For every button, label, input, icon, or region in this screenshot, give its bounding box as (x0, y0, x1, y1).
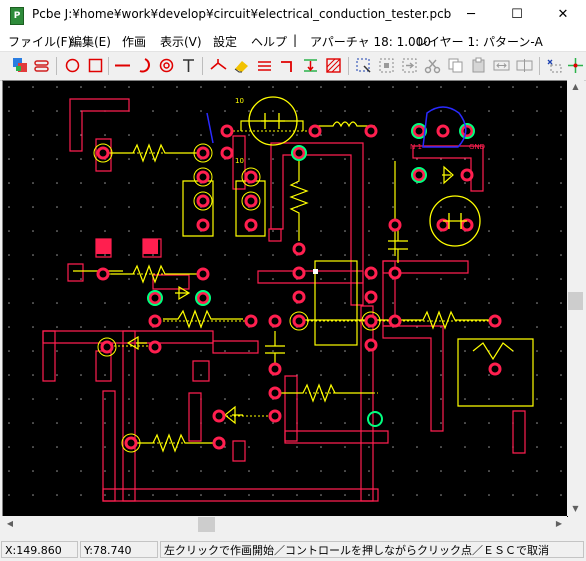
status-x-coordinate: X:149.860 (1, 541, 78, 558)
vertical-scroll-thumb[interactable] (568, 292, 583, 310)
bend-icon[interactable] (279, 57, 296, 74)
flip-icon[interactable] (516, 57, 533, 74)
menu-bar: ファイル(F) 編集(E) 作画 表示(V) 設定 ヘルプ | アパーチャ 18… (0, 30, 586, 52)
toolbar-separator (108, 57, 109, 75)
rotate-select-icon[interactable] (378, 57, 395, 74)
minimize-button[interactable]: ─ (448, 0, 494, 30)
toolbar-separator (202, 57, 203, 75)
scroll-left-icon[interactable]: ◀ (4, 519, 16, 528)
pcb-canvas[interactable]: N 1 GND 10 10 (2, 80, 568, 517)
menu-edit[interactable]: 編集(E) (70, 33, 111, 50)
aperture-indicator[interactable]: アパーチャ 18: 1.000 (310, 33, 431, 50)
hatch-icon[interactable] (325, 57, 342, 74)
target-icon[interactable] (158, 57, 175, 74)
toolbar-separator (348, 57, 349, 75)
copy-icon[interactable] (447, 57, 464, 74)
toolbar-separator (539, 57, 540, 75)
label-gnd: GND (469, 143, 485, 151)
layer-toggle-icon[interactable] (33, 57, 50, 74)
status-y-coordinate: Y:78.740 (80, 541, 158, 558)
scroll-right-icon[interactable]: ▶ (553, 519, 565, 528)
crosshair-icon[interactable] (567, 57, 584, 74)
menu-separator: | (293, 33, 298, 47)
app-icon: P (10, 7, 24, 25)
menu-help[interactable]: ヘルプ (251, 33, 287, 50)
status-bar: X:149.860 Y:78.740 左クリックで作画開始／コントロールを押しな… (0, 539, 586, 561)
pcb-board-drawing: N 1 GND 10 10 (3, 81, 568, 517)
menu-view[interactable]: 表示(V) (160, 33, 202, 50)
label-n1: N 1 (410, 143, 422, 151)
horizontal-scroll-thumb[interactable] (198, 517, 215, 532)
move-select-icon[interactable] (401, 57, 418, 74)
layer-indicator[interactable]: レイヤー 1: パターン-A (416, 33, 543, 50)
menu-draw[interactable]: 作画 (122, 33, 146, 50)
menu-settings[interactable]: 設定 (213, 33, 237, 50)
label-top1: 10 (235, 97, 244, 105)
maximize-button[interactable]: ☐ (494, 0, 540, 30)
mirror-icon[interactable] (493, 57, 510, 74)
layer-color-icon[interactable] (12, 57, 29, 74)
arc-icon[interactable] (136, 57, 153, 74)
eraser-icon[interactable] (233, 57, 250, 74)
scroll-down-icon[interactable]: ▼ (567, 504, 584, 513)
lasso-icon[interactable] (546, 57, 563, 74)
menu-file[interactable]: ファイル(F) (8, 33, 72, 50)
status-message: 左クリックで作画開始／コントロールを押しながらクリック点／ＥＳＣで取消 (160, 541, 584, 558)
horizontal-scrollbar[interactable]: ◀ ▶ (2, 516, 567, 533)
window-title: Pcbe J:¥home¥work¥develop¥circuit¥electr… (32, 7, 452, 21)
align-icon[interactable] (302, 57, 319, 74)
circle-icon[interactable] (64, 57, 81, 74)
junction-icon[interactable] (210, 57, 227, 74)
close-button[interactable]: ✕ (540, 0, 586, 30)
line-icon[interactable] (114, 57, 131, 74)
toolbar (0, 52, 586, 81)
rectangle-icon[interactable] (87, 57, 104, 74)
vertical-scrollbar[interactable]: ▲ ▼ (567, 80, 584, 516)
toolbar-separator (56, 57, 57, 75)
scroll-up-icon[interactable]: ▲ (567, 82, 584, 91)
select-area-icon[interactable] (355, 57, 372, 74)
parallel-lines-icon[interactable] (256, 57, 273, 74)
paste-icon[interactable] (470, 57, 487, 74)
title-bar: P Pcbe J:¥home¥work¥develop¥circuit¥elec… (0, 0, 586, 30)
text-icon[interactable] (180, 57, 197, 74)
cut-icon[interactable] (424, 57, 441, 74)
label-top2: 10 (235, 157, 244, 165)
